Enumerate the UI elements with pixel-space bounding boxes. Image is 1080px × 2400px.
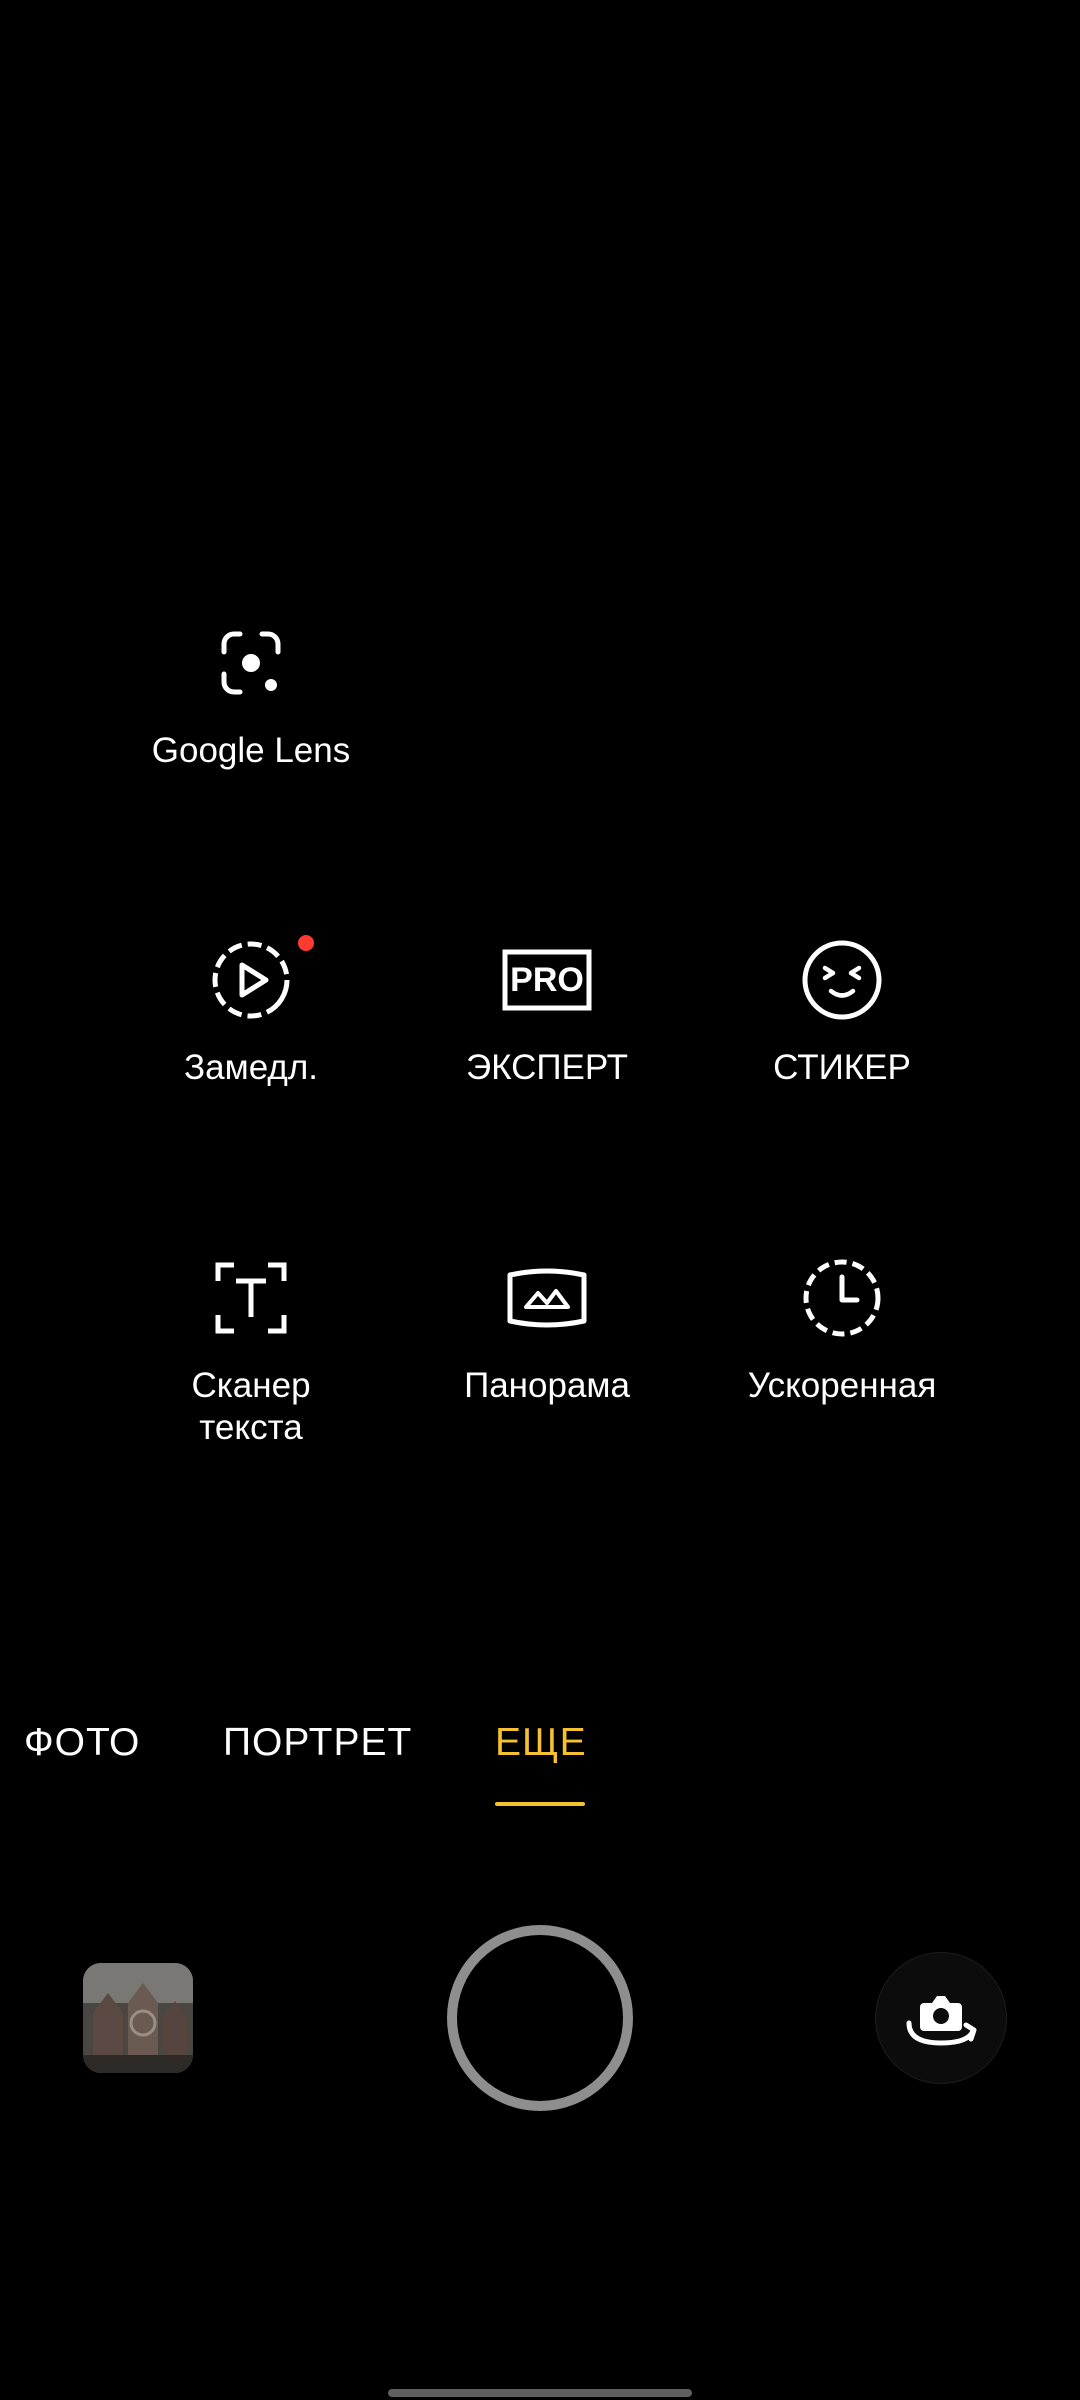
text-scan-icon [215, 1262, 287, 1334]
sticker-face-icon [802, 940, 882, 1020]
mode-label-panorama: Панорама [464, 1366, 630, 1405]
tab-portrait[interactable]: ПОРТРЕТ [223, 1718, 412, 1768]
mode-text-scanner[interactable]: Сканер текста [111, 1253, 391, 1449]
mode-slow-motion[interactable]: Замедл. [111, 935, 391, 1089]
timelapse-icon [803, 1259, 881, 1337]
google-lens-icon [221, 631, 281, 695]
mode-timelapse[interactable]: Ускоренная [702, 1253, 982, 1407]
mode-google-lens[interactable]: Google Lens [111, 618, 391, 772]
mode-label-slow-motion: Замедл. [184, 1048, 318, 1087]
mode-label-sticker: СТИКЕР [773, 1048, 911, 1087]
mode-label-google-lens: Google Lens [151, 731, 351, 770]
panorama-icon [507, 1268, 587, 1328]
pro-icon: PRO [502, 949, 592, 1011]
tab-more[interactable]: ЕЩЕ [495, 1718, 587, 1768]
mode-label-text-scanner: Сканер текста [191, 1366, 311, 1447]
mode-panorama[interactable]: Панорама [407, 1253, 687, 1407]
mode-expert[interactable]: PRO ЭКСПЕРТ [407, 935, 687, 1089]
mode-label-expert: ЭКСПЕРТ [465, 1048, 629, 1087]
switch-camera-button[interactable] [875, 1952, 1007, 2084]
switch-camera-icon [906, 1996, 977, 2046]
shutter-button[interactable] [447, 1925, 633, 2111]
mode-sticker[interactable]: СТИКЕР [702, 935, 982, 1089]
new-badge-dot [298, 935, 314, 951]
home-indicator[interactable] [388, 2389, 692, 2397]
active-tab-indicator [495, 1802, 585, 1806]
gallery-thumbnail[interactable] [83, 1963, 193, 2073]
mode-label-timelapse: Ускоренная [747, 1366, 937, 1405]
tab-photo[interactable]: ФОТО [24, 1718, 140, 1768]
gallery-thumbnail-image [83, 1963, 193, 2073]
pro-icon-text: PRO [510, 961, 584, 999]
slow-motion-icon [212, 941, 290, 1019]
